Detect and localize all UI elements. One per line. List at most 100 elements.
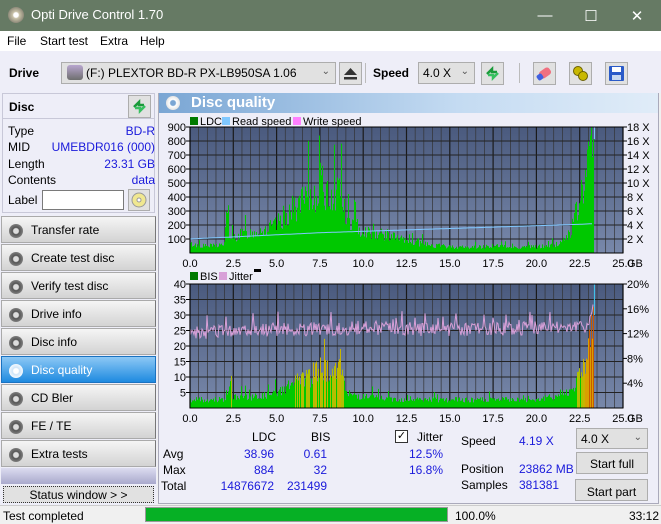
start-full-button[interactable]: Start full (576, 452, 648, 474)
sidebar-spacer (1, 468, 156, 484)
refresh-arrows-icon (133, 98, 146, 115)
sidebar-item-cd-bler[interactable]: CD Bler (1, 384, 156, 411)
sidebar-item-disc-info[interactable]: Disc info (1, 328, 156, 355)
total-bis-value: 231499 (286, 479, 327, 493)
save-button[interactable] (605, 62, 628, 85)
total-ldc-value: 14876672 (220, 479, 274, 493)
col-bis-header: BIS (311, 430, 331, 444)
sidebar-item-label: Drive info (31, 307, 82, 321)
title-bar: Opti Drive Control 1.70 — ☐ ✕ (0, 0, 661, 31)
disc-icon (9, 224, 23, 238)
disc-icon (9, 336, 23, 350)
progress-bar (145, 507, 448, 522)
sidebar-item-label: FE / TE (31, 419, 72, 433)
speed-label: Speed (373, 66, 410, 80)
disc-mid-key: MID (8, 140, 30, 154)
avg-jitter-value: 12.5% (408, 447, 443, 461)
position-label: Position (461, 462, 504, 476)
test-speed-select[interactable]: 4.0 X ⌄ (576, 428, 648, 449)
settings-button[interactable] (569, 62, 592, 85)
speed-stat-label: Speed (461, 434, 496, 448)
avg-bis-value: 0.61 (303, 447, 327, 461)
sidebar-item-transfer-rate[interactable]: Transfer rate (1, 216, 156, 243)
sidebar-item-label: Disc quality (31, 363, 93, 377)
speed-select-value: 4.0 X (423, 66, 452, 80)
drive-icon (67, 65, 83, 80)
sidebar-item-verify-test-disc[interactable]: Verify test disc (1, 272, 156, 299)
jitter-checkbox-label: Jitter (417, 430, 444, 444)
disc-length-key: Length (8, 157, 45, 171)
disc-icon (9, 420, 23, 434)
sidebar-item-drive-info[interactable]: Drive info (1, 300, 156, 327)
sidebar-item-label: CD Bler (31, 391, 74, 405)
drive-select[interactable]: (F:) PLEXTOR BD-R PX-LB950SA 1.06 ⌄ (61, 62, 336, 84)
maximize-button[interactable]: ☐ (568, 0, 614, 31)
eraser-icon (536, 67, 552, 81)
jitter-checkbox[interactable]: ✓ (395, 430, 408, 443)
max-ldc-value: 884 (253, 463, 274, 477)
chevron-down-icon: ⌄ (460, 66, 469, 77)
avg-ldc-value: 38.96 (243, 447, 274, 461)
menu-file[interactable]: File (7, 34, 26, 48)
row-total-label: Total (161, 479, 187, 493)
menu-extra[interactable]: Extra (100, 34, 128, 48)
speed-select[interactable]: 4.0 X ⌄ (418, 62, 475, 84)
sidebar-item-fe-te[interactable]: FE / TE (1, 412, 156, 439)
drive-label: Drive (9, 66, 40, 80)
samples-value: 381381 (519, 478, 560, 492)
chevron-down-icon: ⌄ (321, 66, 330, 77)
progress-percent: 100.0% (455, 509, 496, 523)
disc-label-input[interactable] (42, 190, 124, 210)
row-avg-label: Avg (163, 447, 184, 461)
menu-help[interactable]: Help (140, 34, 165, 48)
chevron-down-icon: ⌄ (633, 432, 642, 443)
refresh-arrows-icon (486, 65, 499, 82)
status-text: Test completed (3, 509, 84, 523)
test-speed-value: 4.0 X (581, 432, 610, 446)
samples-label: Samples (461, 478, 508, 492)
speed-stat-value: 4.19 X (519, 434, 554, 448)
disc-icon (9, 308, 23, 322)
panel-header: Disc quality (159, 93, 658, 113)
start-part-button[interactable]: Start part (575, 479, 648, 501)
floppy-save-icon (609, 66, 624, 81)
disc-type-value: BD-R (125, 124, 155, 138)
disc-quality-icon (166, 96, 180, 110)
disc-icon (9, 392, 23, 406)
refresh-button[interactable] (481, 62, 504, 85)
disc-icon (9, 280, 23, 294)
elapsed-time: 33:12 (629, 509, 660, 523)
erase-button[interactable] (533, 62, 556, 85)
disc-label-key: Label (8, 193, 38, 207)
sidebar-item-disc-quality[interactable]: Disc quality (1, 356, 156, 383)
disc-length-value: 23.31 GB (104, 157, 155, 171)
eject-button[interactable] (339, 62, 362, 85)
menu-start-test[interactable]: Start test (40, 34, 88, 48)
sidebar-item-label: Verify test disc (31, 279, 109, 293)
disc-icon (9, 252, 23, 266)
disc-icon (9, 448, 23, 462)
disc-label-button[interactable] (128, 189, 150, 211)
sidebar-item-label: Disc info (31, 335, 78, 349)
minimize-button[interactable]: — (522, 0, 568, 31)
disc-type-key: Type (8, 124, 35, 138)
disc-icon (9, 364, 23, 378)
col-ldc-header: LDC (252, 430, 277, 444)
sidebar-item-label: Create test disc (31, 251, 115, 265)
disc-refresh-button[interactable] (128, 95, 151, 118)
status-window-button[interactable]: Status window > > (3, 486, 154, 503)
row-max-label: Max (163, 463, 186, 477)
sidebar-item-extra-tests[interactable]: Extra tests (1, 440, 156, 467)
sidebar-item-create-test-disc[interactable]: Create test disc (1, 244, 156, 271)
eject-icon (344, 68, 357, 80)
close-button[interactable]: ✕ (614, 0, 660, 31)
sidebar-item-label: Extra tests (31, 447, 88, 461)
panel-title: Disc quality (191, 94, 276, 111)
position-value: 23862 MB (519, 462, 574, 476)
app-icon (8, 7, 24, 23)
disc-contents-value: data (131, 173, 155, 187)
sidebar-item-label: Transfer rate (31, 223, 100, 237)
progress-fill (146, 508, 447, 521)
window-title: Opti Drive Control 1.70 (31, 7, 164, 22)
drive-select-value: (F:) PLEXTOR BD-R PX-LB950SA 1.06 (86, 66, 297, 80)
